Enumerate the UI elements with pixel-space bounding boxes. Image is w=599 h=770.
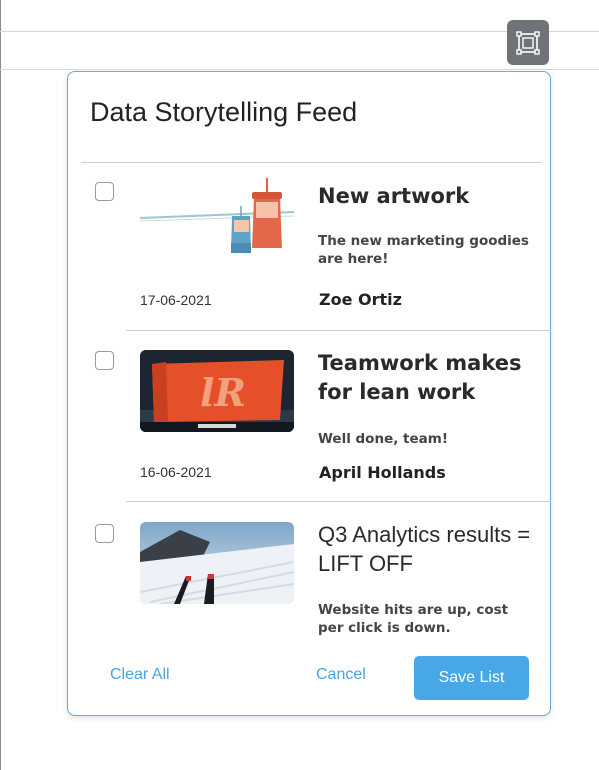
team-banner-photo: lR <box>140 350 294 432</box>
toolbar-divider <box>0 69 599 70</box>
item-author: Zoe Ortiz <box>319 290 402 309</box>
svg-text:lR: lR <box>200 370 246 415</box>
item-checkbox[interactable] <box>95 182 114 201</box>
item-author: April Hollands <box>319 463 446 482</box>
item-headline[interactable]: Teamwork makes for lean work <box>318 349 548 407</box>
item-headline[interactable]: New artwork <box>318 182 548 211</box>
feed-item: New artwork The new marketing goodies ar… <box>68 164 552 331</box>
item-description: Well done, team! <box>318 431 448 447</box>
feed-dialog: Data Storytelling Feed New artwork The n… <box>67 71 551 716</box>
item-headline[interactable]: Q3 Analytics results = LIFT OFF <box>318 520 548 578</box>
frame-select-icon <box>516 30 540 55</box>
gondola-illustration <box>140 178 294 260</box>
ski-slope-photo <box>140 522 294 604</box>
dialog-title: Data Storytelling Feed <box>90 97 358 127</box>
feed-item: lR Teamwork makes for lean work Well don… <box>68 331 552 502</box>
item-description: Website hits are up, cost per click is d… <box>318 602 509 636</box>
title-divider <box>81 162 541 163</box>
frame-select-button[interactable] <box>507 20 549 65</box>
item-checkbox[interactable] <box>95 351 114 370</box>
feed-item: Q3 Analytics results = LIFT OFF Website … <box>68 502 552 642</box>
item-checkbox[interactable] <box>95 524 114 543</box>
item-description: The new marketing goodies are here! <box>318 233 529 267</box>
save-list-button[interactable]: Save List <box>414 656 529 700</box>
clear-all-button[interactable]: Clear All <box>110 666 170 684</box>
window-left-edge <box>0 0 1 770</box>
item-date: 17-06-2021 <box>140 292 212 308</box>
item-date: 16-06-2021 <box>140 464 212 480</box>
cancel-button[interactable]: Cancel <box>316 666 366 684</box>
